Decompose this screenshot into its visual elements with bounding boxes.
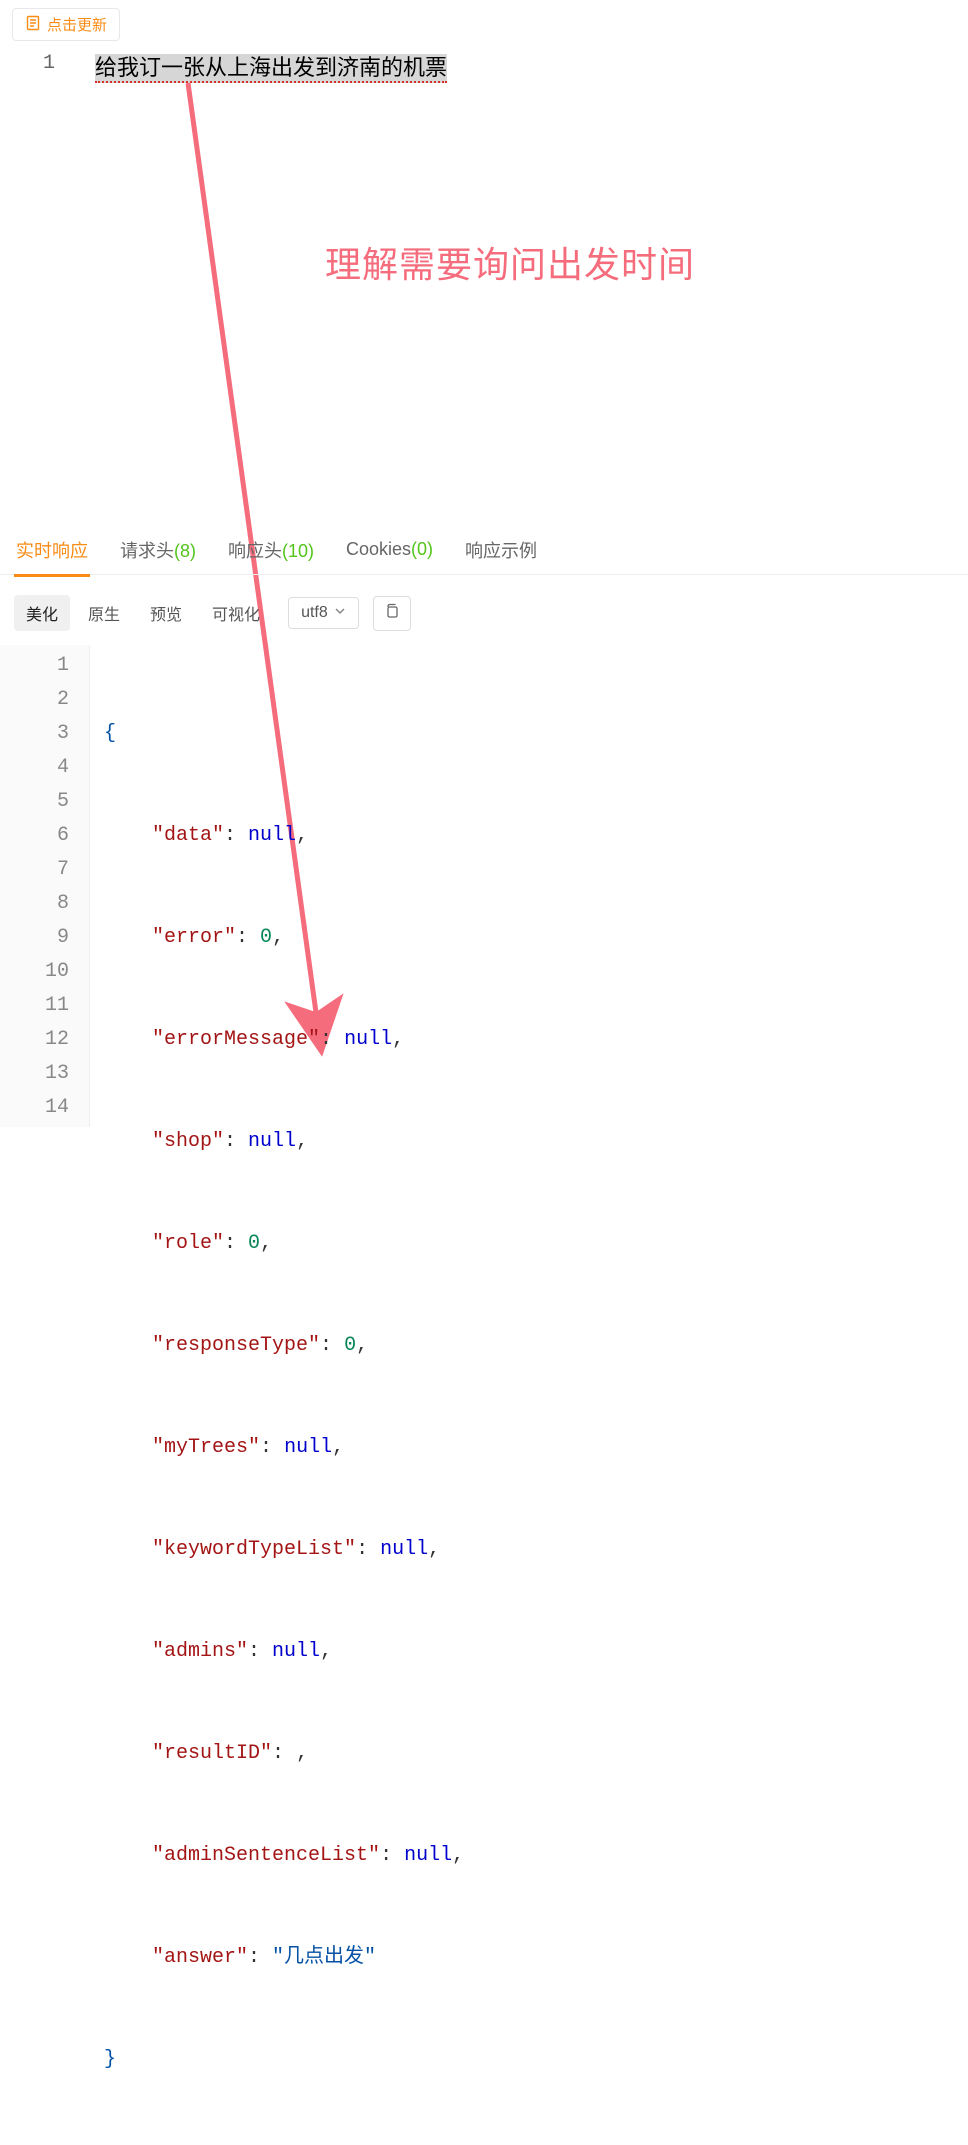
line-number: 11 bbox=[0, 989, 69, 1023]
line-number: 5 bbox=[0, 785, 69, 819]
line-number: 12 bbox=[0, 1023, 69, 1057]
code-gutter: 1 2 3 4 5 6 7 8 9 10 11 12 13 14 bbox=[0, 645, 90, 1127]
copy-icon bbox=[384, 603, 400, 624]
line-number: 10 bbox=[0, 955, 69, 989]
line-number: 1 bbox=[0, 649, 69, 683]
tab-cookies[interactable]: Cookies(0) bbox=[344, 529, 435, 570]
tab-realtime-response[interactable]: 实时响应 bbox=[14, 527, 90, 573]
tab-response-header[interactable]: 响应头(10) bbox=[226, 527, 316, 573]
preview-button[interactable]: 预览 bbox=[138, 595, 194, 631]
encoding-label: utf8 bbox=[301, 604, 328, 622]
response-code-viewer[interactable]: 1 2 3 4 5 6 7 8 9 10 11 12 13 14 { "data… bbox=[0, 645, 968, 1127]
line-number: 1 bbox=[0, 52, 55, 75]
code-content[interactable]: { "data": null, "error": 0, "errorMessag… bbox=[90, 645, 968, 1127]
line-number: 4 bbox=[0, 751, 69, 785]
tab-response-example[interactable]: 响应示例 bbox=[463, 527, 539, 573]
response-toolbar: 美化 原生 预览 可视化 utf8 bbox=[0, 585, 968, 641]
copy-button[interactable] bbox=[373, 596, 411, 631]
update-button-label: 点击更新 bbox=[47, 14, 107, 35]
line-number: 8 bbox=[0, 887, 69, 921]
line-number: 13 bbox=[0, 1057, 69, 1091]
line-gutter: 1 bbox=[0, 44, 95, 494]
update-button[interactable]: 点击更新 bbox=[12, 8, 120, 41]
line-number: 6 bbox=[0, 819, 69, 853]
line-number: 7 bbox=[0, 853, 69, 887]
raw-button[interactable]: 原生 bbox=[76, 595, 132, 631]
document-icon bbox=[25, 15, 41, 35]
selected-request-text[interactable]: 给我订一张从上海出发到济南的机票 bbox=[95, 54, 447, 83]
line-number: 3 bbox=[0, 717, 69, 751]
line-number: 2 bbox=[0, 683, 69, 717]
line-number: 9 bbox=[0, 921, 69, 955]
visualize-button[interactable]: 可视化 bbox=[200, 595, 272, 631]
tab-request-header[interactable]: 请求头(8) bbox=[118, 527, 198, 573]
encoding-select[interactable]: utf8 bbox=[288, 597, 359, 629]
annotation-label: 理解需要询问出发时间 bbox=[325, 236, 695, 288]
chevron-down-icon bbox=[334, 604, 346, 622]
line-number: 14 bbox=[0, 1091, 69, 1125]
beautify-button[interactable]: 美化 bbox=[14, 595, 70, 631]
response-tabs: 实时响应 请求头(8) 响应头(10) Cookies(0) 响应示例 bbox=[0, 525, 968, 575]
